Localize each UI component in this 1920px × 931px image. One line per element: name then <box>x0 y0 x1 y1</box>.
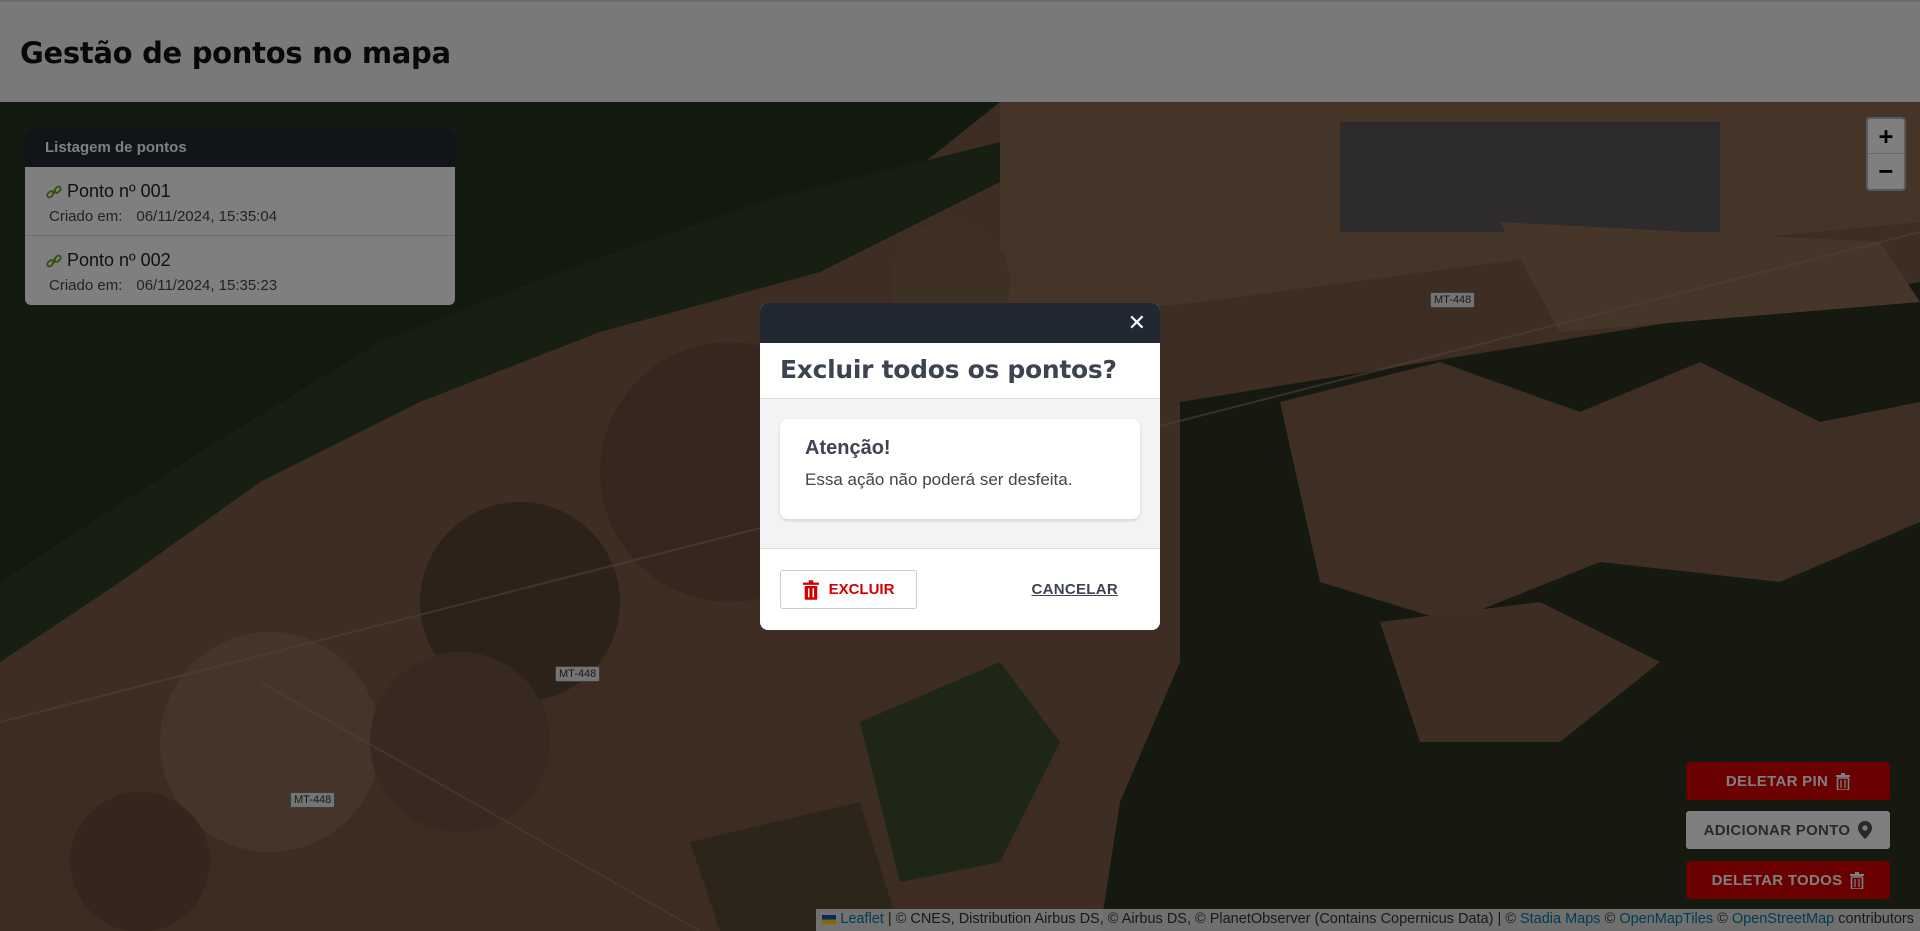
confirm-delete-dialog: ✕ Excluir todos os pontos? Atenção! Essa… <box>760 303 1160 630</box>
dialog-body: Atenção! Essa ação não poderá ser desfei… <box>760 399 1160 549</box>
warning-card: Atenção! Essa ação não poderá ser desfei… <box>780 419 1140 519</box>
trash-icon <box>802 579 819 600</box>
warning-text: Essa ação não poderá ser desfeita. <box>805 470 1073 489</box>
dialog-footer: EXCLUIR CANCELAR <box>760 549 1160 630</box>
warning-title: Atenção! <box>805 437 891 459</box>
dialog-title: Excluir todos os pontos? <box>760 343 1160 399</box>
dialog-titlebar: ✕ <box>760 303 1160 343</box>
confirm-delete-button[interactable]: EXCLUIR <box>780 570 917 609</box>
cancel-button[interactable]: CANCELAR <box>1031 581 1118 598</box>
confirm-delete-label: EXCLUIR <box>828 581 895 598</box>
close-icon[interactable]: ✕ <box>1128 311 1146 336</box>
